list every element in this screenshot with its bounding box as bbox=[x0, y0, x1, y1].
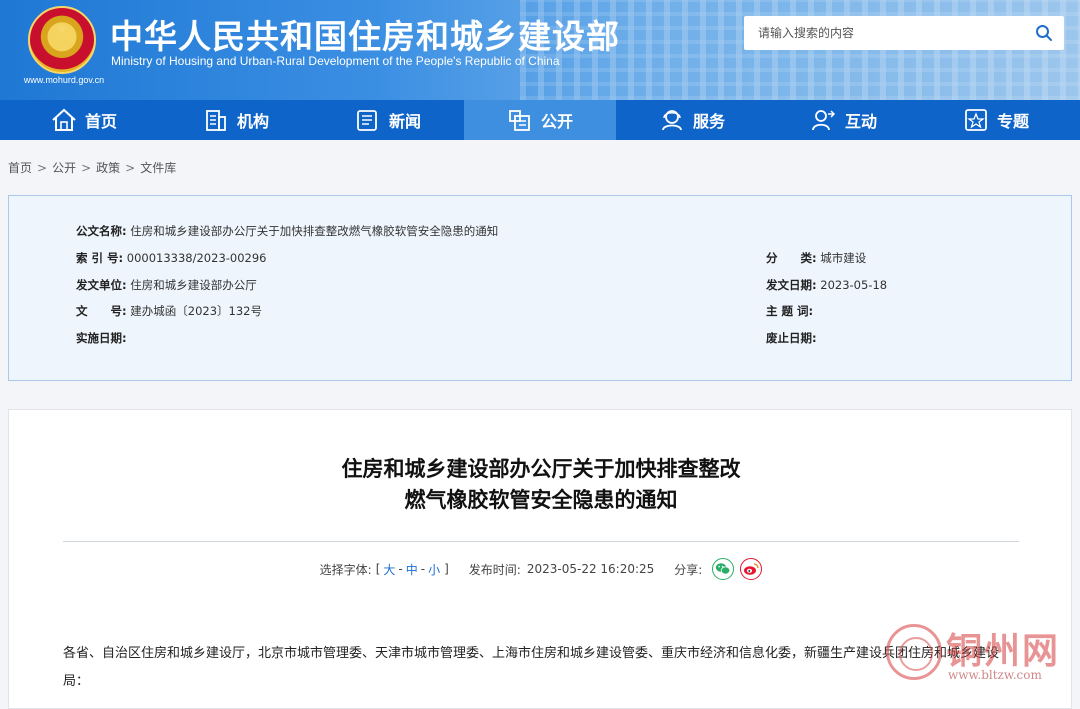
meta-issuer-value: 住房和城乡建设部办公厅 bbox=[130, 278, 257, 292]
nav-label-topic: 专题 bbox=[996, 112, 1029, 131]
building-icon bbox=[203, 108, 229, 132]
disclosure-icon bbox=[507, 108, 533, 132]
national-emblem-icon[interactable]: ★ bbox=[28, 6, 96, 74]
site-title[interactable]: 中华人民共和国住房和城乡建设部 bbox=[110, 10, 620, 58]
meta-issue-date: 发文日期: 2023-05-18 bbox=[766, 278, 888, 292]
service-icon bbox=[659, 108, 685, 132]
wechat-share-button[interactable] bbox=[712, 558, 735, 580]
meta-issuer: 发文单位: 住房和城乡建设部办公厅 bbox=[76, 278, 257, 292]
site-header: ★ www.mohurd.gov.cn 中华人民共和国住房和城乡建设部 Mini… bbox=[0, 0, 1080, 100]
font-size-label: 选择字体: bbox=[319, 562, 372, 577]
breadcrumb-disclosure[interactable]: 公开 bbox=[52, 161, 76, 175]
article: 住房和城乡建设部办公厅关于加快排查整改 燃气橡胶软管安全隐患的通知 选择字体: … bbox=[8, 409, 1072, 709]
search-icon bbox=[1036, 25, 1052, 41]
meta-keywords: 主 题 词: bbox=[766, 304, 814, 318]
publish-time: 2023-05-22 16:20:25 bbox=[526, 562, 655, 576]
meta-category-value: 城市建设 bbox=[820, 251, 867, 265]
meta-category: 分 类: 城市建设 bbox=[766, 251, 867, 265]
news-icon bbox=[355, 108, 381, 132]
breadcrumb: 首页 > 公开 > 政策 > 文件库 bbox=[8, 161, 177, 175]
meta-doc-name: 公文名称: 住房和城乡建设部办公厅关于加快排查整改燃气橡胶软管安全隐患的通知 bbox=[76, 224, 499, 238]
site-subtitle: Ministry of Housing and Urban-Rural Deve… bbox=[111, 54, 560, 68]
home-icon bbox=[51, 108, 77, 132]
nav-item-home[interactable]: 首页 bbox=[8, 100, 160, 140]
title-divider bbox=[63, 541, 1019, 542]
font-size-medium[interactable]: 中 bbox=[406, 561, 418, 578]
nav-item-organization[interactable]: 机构 bbox=[160, 100, 312, 140]
nav-label-interaction: 互动 bbox=[844, 112, 877, 131]
breadcrumb-home[interactable]: 首页 bbox=[8, 161, 32, 175]
meta-doc-no: 文 号: 建办城函〔2023〕132号 bbox=[76, 304, 262, 318]
search-button[interactable] bbox=[1024, 16, 1064, 50]
site-url: www.mohurd.gov.cn bbox=[23, 75, 105, 85]
meta-issue-date-value: 2023-05-18 bbox=[820, 278, 888, 292]
nav-item-service[interactable]: 服务 bbox=[616, 100, 768, 140]
nav-label-home: 首页 bbox=[84, 112, 117, 131]
nav-item-disclosure[interactable]: 公开 bbox=[464, 100, 616, 140]
article-body: 各省、自治区住房和城乡建设厅，北京市城市管理委、天津市城市管理委、上海市住房和城… bbox=[63, 646, 1000, 689]
nav-label-organization: 机构 bbox=[236, 112, 269, 131]
breadcrumb-policy[interactable]: 政策 bbox=[96, 161, 120, 175]
font-size-small[interactable]: 小 bbox=[428, 561, 440, 578]
nav-item-topic[interactable]: 专题 bbox=[920, 100, 1072, 140]
font-size-large[interactable]: 大 bbox=[383, 561, 395, 578]
article-toolbar: 选择字体: [ 大 - 中 - 小 ] 发布时间: 2023-05-22 16:… bbox=[9, 558, 1073, 580]
search-input[interactable] bbox=[744, 16, 1024, 50]
breadcrumb-file-library[interactable]: 文件库 bbox=[140, 161, 176, 175]
publish-time-label: 发布时间: bbox=[468, 562, 521, 577]
nav-label-service: 服务 bbox=[692, 112, 725, 131]
meta-doc-name-value: 住房和城乡建设部办公厅关于加快排查整改燃气橡胶软管安全隐患的通知 bbox=[130, 224, 499, 238]
article-title: 住房和城乡建设部办公厅关于加快排查整改 燃气橡胶软管安全隐患的通知 bbox=[341, 457, 741, 512]
meta-effective-date: 实施日期: bbox=[76, 331, 127, 345]
nav-item-news[interactable]: 新闻 bbox=[312, 100, 464, 140]
meta-index-value: 000013338/2023-00296 bbox=[126, 251, 267, 265]
weibo-share-button[interactable] bbox=[740, 558, 763, 580]
main-nav: 首页 机构 新闻 公开 服务 互动 专题 bbox=[0, 100, 1080, 140]
share-label: 分享: bbox=[674, 562, 703, 577]
interaction-icon bbox=[811, 108, 837, 132]
nav-label-news: 新闻 bbox=[388, 112, 421, 131]
topic-icon bbox=[963, 108, 989, 132]
meta-doc-no-value: 建办城函〔2023〕132号 bbox=[130, 304, 262, 318]
meta-index: 索 引 号: 000013338/2023-00296 bbox=[76, 251, 267, 265]
search-box bbox=[744, 16, 1064, 50]
wechat-icon bbox=[716, 563, 731, 575]
nav-item-interaction[interactable]: 互动 bbox=[768, 100, 920, 140]
meta-expire-date: 废止日期: bbox=[766, 331, 817, 345]
nav-label-disclosure: 公开 bbox=[540, 112, 573, 131]
document-meta-panel: 公文名称: 住房和城乡建设部办公厅关于加快排查整改燃气橡胶软管安全隐患的通知 索… bbox=[8, 195, 1072, 381]
weibo-icon bbox=[744, 563, 760, 575]
emblem-star-icon: ★ bbox=[54, 19, 70, 39]
